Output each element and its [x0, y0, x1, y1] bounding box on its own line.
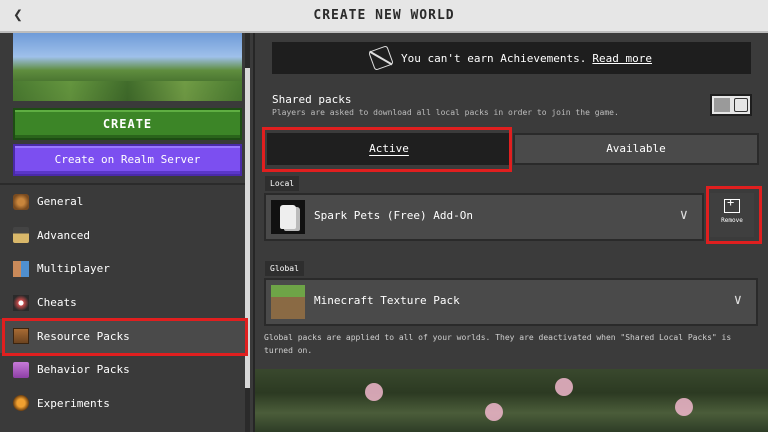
nav-item-multiplayer[interactable]: Multiplayer [0, 252, 245, 286]
multiplayer-icon [13, 260, 29, 277]
nav-item-label: Multiplayer [37, 262, 110, 276]
nav-item-behavior-packs[interactable]: Behavior Packs [0, 353, 245, 387]
cheats-icon [13, 294, 29, 311]
nav-item-label: Cheats [37, 296, 77, 310]
blossom-decoration [485, 403, 503, 421]
nav-item-general[interactable]: General [0, 185, 245, 219]
global-section-label: Global [265, 261, 304, 276]
achievements-banner: You can't earn Achievements. Read more [272, 42, 751, 74]
blossom-decoration [555, 378, 573, 396]
resource-packs-panel: You can't earn Achievements. Read more S… [255, 33, 768, 369]
page-title: CREATE NEW WORLD [313, 8, 455, 23]
advanced-icon [13, 227, 29, 244]
create-button[interactable]: CREATE [13, 108, 242, 140]
settings-nav: General Advanced Multiplayer Cheats Reso… [0, 185, 245, 420]
experiments-icon [13, 395, 29, 412]
blossom-decoration [675, 398, 693, 416]
shared-packs-toggle[interactable] [710, 94, 752, 116]
toggle-knob [734, 98, 748, 112]
global-pack-name: Minecraft Texture Pack [314, 294, 460, 307]
general-icon [13, 193, 29, 210]
create-on-realm-button[interactable]: Create on Realm Server [13, 144, 242, 176]
nav-item-advanced[interactable]: Advanced [0, 219, 245, 253]
chevron-down-icon[interactable]: ∨ [734, 292, 742, 308]
read-more-link[interactable]: Read more [592, 52, 652, 65]
behavior-packs-icon [13, 361, 29, 378]
chevron-down-icon[interactable]: ∨ [680, 207, 688, 223]
pack-thumbnail [271, 200, 305, 234]
title-bar: ❮ CREATE NEW WORLD [0, 0, 768, 33]
shared-packs-title: Shared packs [272, 93, 352, 106]
pack-thumbnail [271, 285, 305, 319]
world-preview-image [13, 33, 242, 101]
local-pack-name: Spark Pets (Free) Add-On [314, 209, 473, 222]
nav-item-cheats[interactable]: Cheats [0, 286, 245, 320]
achievements-text: You can't earn Achievements. [400, 51, 587, 65]
blossom-decoration [365, 383, 383, 401]
nav-item-label: Behavior Packs [37, 363, 130, 377]
nav-item-experiments[interactable]: Experiments [0, 387, 245, 421]
highlight-box [262, 127, 512, 172]
highlight-box [2, 318, 248, 356]
left-panel: CREATE Create on Realm Server General Ad… [0, 33, 255, 432]
nav-item-label: Experiments [37, 396, 110, 410]
highlight-box [706, 186, 762, 244]
toggle-track [714, 98, 730, 112]
nav-item-label: General [37, 195, 84, 209]
tab-available[interactable]: Available [513, 133, 759, 165]
local-pack-row[interactable]: Spark Pets (Free) Add-On ∨ [264, 193, 704, 241]
global-packs-note: Global packs are applied to all of your … [264, 333, 732, 355]
shared-packs-description: Players are asked to download all local … [272, 108, 619, 117]
nav-item-label: Advanced [37, 228, 90, 242]
global-pack-row[interactable]: Minecraft Texture Pack ∨ [264, 278, 758, 326]
achievement-disabled-icon [368, 45, 394, 71]
local-section-label: Local [265, 176, 300, 191]
